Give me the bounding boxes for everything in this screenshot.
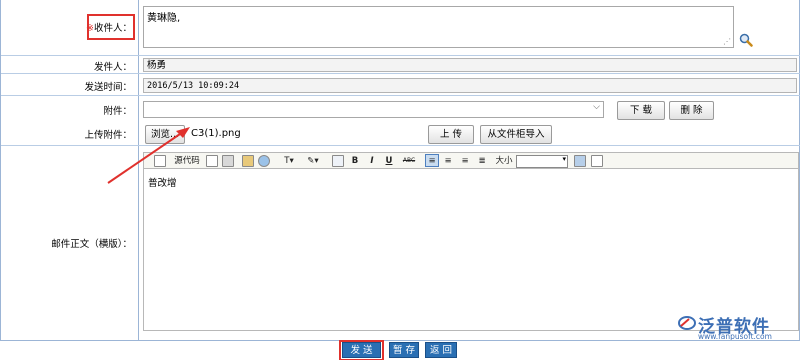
save-draft-button[interactable]: 暂 存 (389, 342, 419, 358)
back-button[interactable]: 返 回 (425, 342, 457, 358)
action-bar: 发 送 暂 存 返 回 (0, 340, 800, 360)
annotation-arrow (107, 127, 190, 184)
send-button[interactable]: 发 送 (342, 342, 381, 358)
